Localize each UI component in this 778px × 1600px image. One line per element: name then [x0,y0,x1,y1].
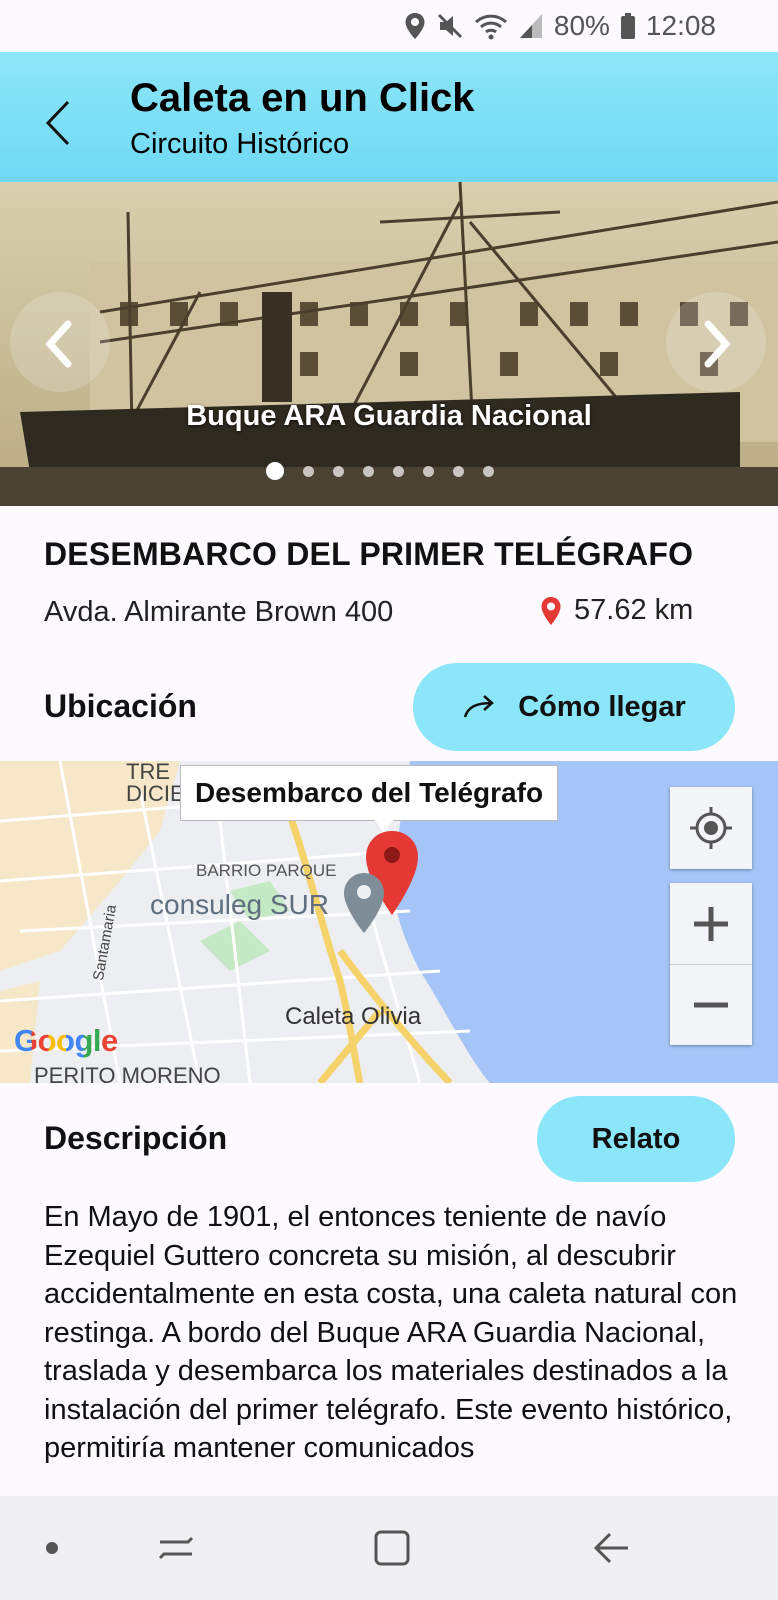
app-subtitle: Circuito Histórico [130,128,350,160]
location-pin-icon [541,596,561,625]
map-label-bottom: PERITO MORENO [34,1063,221,1083]
zoom-controls [670,883,752,1045]
slide-indicator [266,462,494,480]
directions-label: Cómo llegar [518,690,686,723]
minus-icon [694,1002,728,1008]
battery-level: 80% [553,10,610,41]
slide-dot[interactable] [423,465,434,477]
map-view[interactable]: TRE DICIE Desembarco del Telégrafo BARRI… [0,761,778,1083]
distance-value: 57.62 km [574,594,694,626]
directions-arrow-icon [464,695,495,718]
location-heading: Ubicación [44,688,197,724]
zoom-out-button[interactable] [670,964,752,1045]
battery-icon [620,12,636,40]
back-button[interactable] [40,98,74,148]
marker-info-window[interactable]: Desembarco del Telégrafo [180,765,559,821]
story-button[interactable]: Relato [537,1096,735,1182]
slide-dot[interactable] [483,465,494,477]
app-header: Caleta en un Click Circuito Histórico [0,52,778,182]
ship-photo [0,182,778,506]
map-label-neighborhood: BARRIO PARQUE [196,861,337,880]
plus-icon [694,907,728,941]
status-bar: 80% 12:08 [0,0,778,52]
poi-pin-icon [344,873,384,933]
map-label-poi: consuleg SUR [150,889,329,920]
home-icon[interactable] [372,1528,412,1568]
slide-dot[interactable] [266,462,284,480]
signal-icon [518,12,544,40]
zoom-in-button[interactable] [670,883,752,965]
slide-dot[interactable] [303,465,314,477]
description-text: En Mayo de 1901, el entonces teniente de… [44,1201,738,1464]
slide-dot[interactable] [393,465,404,477]
status-icons: 80% 12:08 [404,8,716,44]
directions-button[interactable]: Cómo llegar [413,663,735,751]
description-heading: Descripción [44,1120,228,1156]
slide-dot[interactable] [453,465,464,477]
location-icon [404,12,426,40]
photo-gallery[interactable]: Buque ARA Guardia Nacional [0,182,778,506]
place-distance: 57.62 km [540,594,693,627]
mute-icon [436,12,464,40]
photo-caption: Buque ARA Guardia Nacional [186,400,592,432]
slide-dot[interactable] [333,465,344,477]
map-label-top: DICIE [126,781,185,806]
chevron-right-icon [704,320,731,368]
map-label-city: Caleta Olivia [285,1003,422,1030]
wifi-icon [474,12,508,40]
google-logo: Google [14,1023,118,1058]
place-address: Avda. Almirante Brown 400 [44,596,394,628]
google-attribution: Google [14,1023,118,1059]
slide-dot[interactable] [363,465,374,477]
my-location-button[interactable] [670,787,752,869]
chevron-left-icon [45,320,72,368]
crosshair-icon [690,807,732,849]
app-title: Caleta en un Click [130,76,475,120]
system-nav-bar [0,1496,778,1600]
place-title: DESEMBARCO DEL PRIMER TELÉGRAFO [44,536,694,572]
previous-slide-button[interactable] [10,292,110,392]
clock: 12:08 [645,10,716,41]
back-nav-icon[interactable] [592,1528,632,1568]
chevron-left-icon [45,100,70,146]
next-slide-button[interactable] [666,292,766,392]
recent-apps-icon[interactable] [156,1528,196,1568]
nav-dot-icon[interactable] [46,1542,58,1554]
